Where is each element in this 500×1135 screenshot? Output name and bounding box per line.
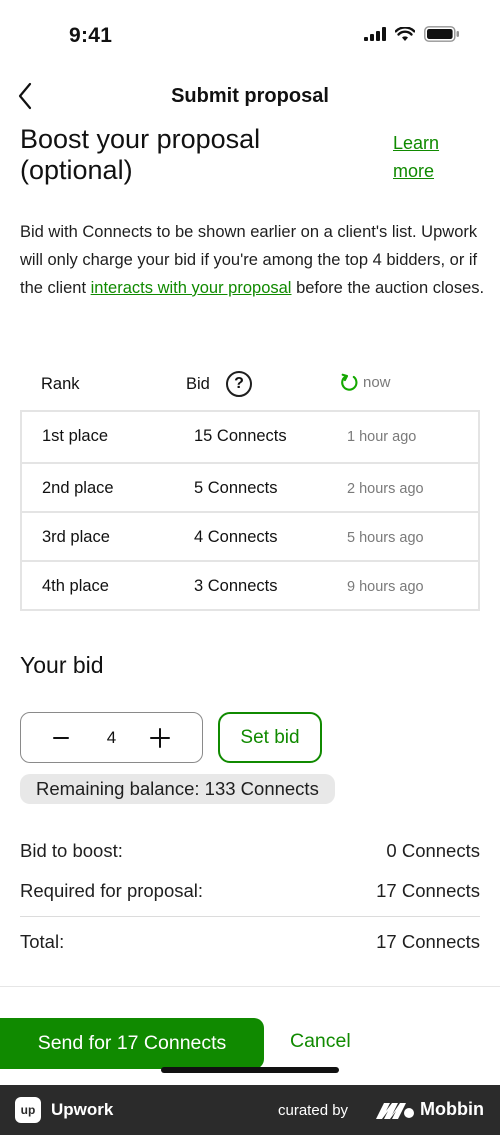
description-text-end: before the auction closes.	[291, 279, 485, 297]
footer-bar: up Upwork curated by Mobbin	[0, 1085, 500, 1135]
total-label: Total:	[20, 931, 65, 952]
total-value: 17 Connects	[376, 931, 480, 952]
help-icon[interactable]: ?	[226, 371, 252, 397]
rank-place: 1st place	[42, 427, 109, 445]
cancel-button[interactable]: Cancel	[290, 1030, 351, 1053]
status-bar: 9:41	[0, 0, 500, 70]
battery-icon	[424, 26, 459, 42]
rank-time: 2 hours ago	[347, 481, 424, 497]
rank-time: 1 hour ago	[347, 429, 417, 445]
table-row: 1st place 15 Connects 1 hour ago	[22, 412, 478, 462]
boost-description: Bid with Connects to be shown earlier on…	[20, 218, 485, 302]
footer-brand: Mobbin	[420, 1099, 484, 1119]
page-title: Submit proposal	[171, 85, 329, 107]
table-row: 4th place 3 Connects 9 hours ago	[22, 560, 478, 609]
send-proposal-button[interactable]: Send for 17 Connects	[0, 1018, 264, 1069]
plus-icon	[150, 728, 170, 748]
wifi-icon	[395, 26, 415, 41]
bid-column-header: Bid	[186, 375, 210, 393]
footer-app-name: Upwork	[51, 1100, 114, 1119]
rank-column-header: Rank	[41, 375, 80, 393]
table-row: 3rd place 4 Connects 5 hours ago	[22, 511, 478, 560]
bid-to-boost-row: Bid to boost: 0 Connects	[20, 840, 480, 862]
learn-more-link[interactable]: Learn more	[393, 129, 473, 185]
required-for-proposal-row: Required for proposal: 17 Connects	[20, 880, 480, 902]
increase-bid-button[interactable]	[148, 726, 172, 750]
mobbin-logo	[376, 1103, 414, 1119]
rank-place: 3rd place	[42, 528, 110, 546]
set-bid-button[interactable]: Set bid	[218, 712, 322, 763]
refresh-label: now	[363, 374, 391, 391]
refresh-icon	[341, 373, 358, 391]
rank-bid: 15 Connects	[194, 427, 287, 445]
card-divider	[0, 986, 500, 987]
table-row: 2nd place 5 Connects 2 hours ago	[22, 462, 478, 511]
total-row: Total: 17 Connects	[20, 931, 480, 953]
required-label: Required for proposal:	[20, 880, 204, 901]
rank-bid: 4 Connects	[194, 528, 278, 546]
footer-curated-by: curated by	[278, 1102, 349, 1119]
remaining-balance-badge: Remaining balance: 133 Connects	[20, 774, 335, 804]
rank-time: 9 hours ago	[347, 579, 424, 595]
required-value: 17 Connects	[376, 880, 480, 901]
cellular-signal-icon	[364, 27, 386, 41]
bid-to-boost-value: 0 Connects	[386, 840, 480, 861]
home-indicator	[161, 1067, 339, 1073]
bid-value[interactable]: 4	[21, 728, 202, 748]
bid-stepper: 4	[20, 712, 203, 763]
rank-place: 4th place	[42, 577, 109, 595]
rank-place: 2nd place	[42, 479, 114, 497]
rank-bid: 5 Connects	[194, 479, 278, 497]
nav-bar: Submit proposal	[0, 70, 500, 124]
interacts-with-proposal-link[interactable]: interacts with your proposal	[91, 279, 292, 297]
status-icons	[364, 26, 460, 42]
rank-table: 1st place 15 Connects 1 hour ago 2nd pla…	[20, 410, 480, 611]
summary-divider	[20, 916, 480, 917]
rank-time: 5 hours ago	[347, 530, 424, 546]
bid-to-boost-label: Bid to boost:	[20, 840, 123, 861]
boost-title: Boost your proposal (optional)	[20, 124, 261, 185]
refresh-button[interactable]: now	[340, 373, 391, 392]
rank-table-header: Rank Bid ? now	[20, 365, 480, 405]
your-bid-title: Your bid	[20, 652, 104, 678]
rank-bid: 3 Connects	[194, 577, 278, 595]
upwork-logo: up	[15, 1097, 41, 1123]
status-time: 9:41	[69, 24, 113, 47]
